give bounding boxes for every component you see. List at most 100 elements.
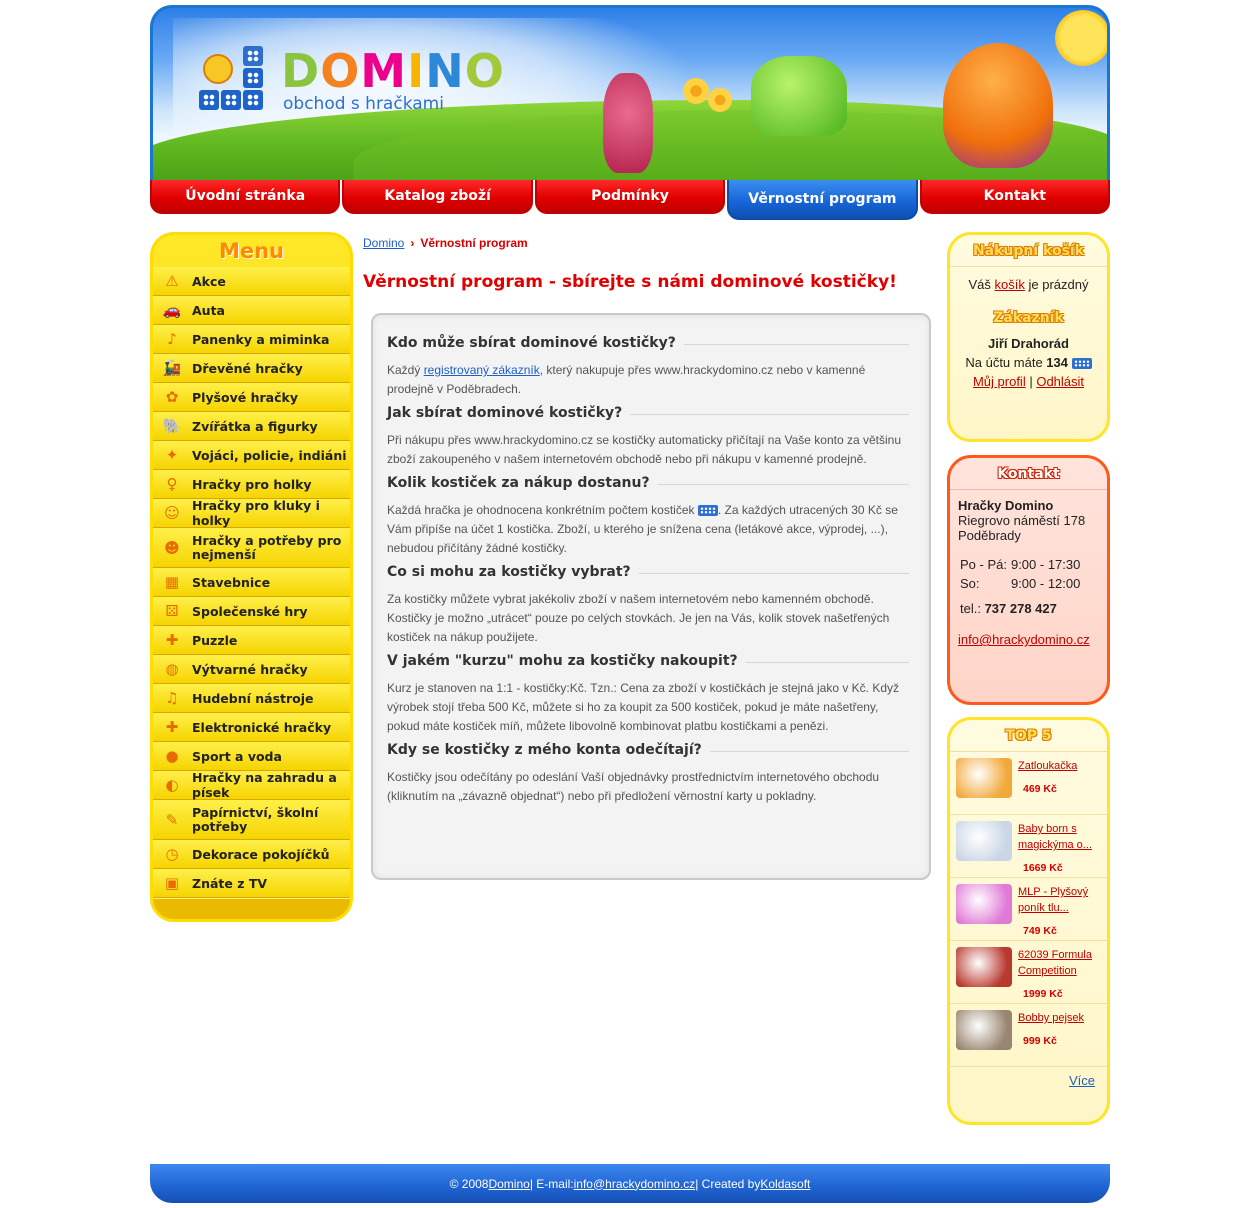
tv-icon: ▣ xyxy=(164,874,180,892)
product-thumbnail[interactable] xyxy=(956,821,1012,861)
menu-item-label: Sport a voda xyxy=(192,748,282,764)
nav-catalog[interactable]: Katalog zboží xyxy=(342,180,533,214)
top-product: 62039 Formula Competition 1999 Kč xyxy=(950,941,1107,1004)
menu-item-label: Hračky pro holky xyxy=(192,476,312,492)
menu-item[interactable]: ◍ Výtvarné hračky xyxy=(153,655,350,684)
menu-item[interactable]: ✚ Puzzle xyxy=(153,626,350,655)
clock-icon: ◷ xyxy=(165,845,179,863)
menu-item-label: Výtvarné hračky xyxy=(192,661,308,677)
product-link[interactable]: Bobby pejsek xyxy=(1018,1010,1084,1026)
menu-item[interactable]: ♫ Hudební nástroje xyxy=(153,684,350,713)
hours-day: Po - Pá: xyxy=(960,557,1007,572)
top5-list: Zatloukačka 469 Kč Baby born s magickýma o… xyxy=(950,752,1107,1067)
section-heading: V jakém "kurzu" mohu za kostičky nakoupi… xyxy=(387,653,909,669)
menu-item[interactable]: ♪ Panenky a miminka xyxy=(153,325,350,354)
opening-hours: Po - Pá: 9:00 - 17:30 So: 9:00 - 12:00 xyxy=(960,555,1084,593)
top-product: Bobby pejsek 999 Kč xyxy=(950,1004,1107,1067)
menu-item[interactable]: ⚄ Společenské hry xyxy=(153,597,350,626)
music-icon: ♫ xyxy=(165,689,179,707)
section-text: Kurz je stanoven na 1:1 - kostičky:Kč. T… xyxy=(387,681,900,733)
nav-loyalty-program[interactable]: Věrnostní program xyxy=(727,180,918,220)
footer-email-link[interactable]: info@hrackydomino.cz xyxy=(574,1177,696,1191)
section-text: Každá hračka je ohodnocena konkrétním po… xyxy=(387,503,898,555)
menu-item-label: Papírnictví, školní potřeby xyxy=(192,804,319,834)
menu-item[interactable]: 🚂 Dřevěné hračky xyxy=(153,354,350,383)
faq-section: V jakém "kurzu" mohu za kostičky nakoupi… xyxy=(387,653,909,736)
menu-item[interactable]: ◷ Dekorace pokojíčků xyxy=(153,840,350,869)
palette-icon: ◍ xyxy=(165,660,179,678)
menu-item[interactable]: ☺ Hračky pro kluky i holky xyxy=(153,498,350,528)
shop-city: Poděbrady xyxy=(958,528,1021,543)
menu-item[interactable]: ✚ Elektronické hračky xyxy=(153,713,350,742)
menu-item[interactable]: ☻ Hračky a potřeby pro nejmenší xyxy=(153,528,350,568)
menu-item[interactable]: ⚠ Akce xyxy=(153,267,350,296)
menu-item[interactable]: 🚗 Auta xyxy=(153,296,350,325)
faq-section: Kdy se kostičky z mého konta odečítají? … xyxy=(387,742,909,806)
footer-author-link[interactable]: Koldasoft xyxy=(760,1177,810,1191)
menu-item-label: Vojáci, policie, indiáni xyxy=(192,447,347,463)
footer-site-link[interactable]: Domino xyxy=(488,1177,529,1191)
product-link[interactable]: Zatloukačka xyxy=(1018,758,1077,774)
menu-item[interactable]: ✦ Vojáci, policie, indiáni xyxy=(153,441,350,470)
breadcrumb-current: Věrnostní program xyxy=(420,236,528,250)
logout-link[interactable]: Odhlásit xyxy=(1036,374,1084,389)
menu-item-label: Znáte z TV xyxy=(192,875,268,891)
product-thumbnail[interactable] xyxy=(956,1010,1012,1050)
menu-item-label: Zvířátka a figurky xyxy=(192,418,318,434)
cart-link[interactable]: košík xyxy=(995,277,1025,292)
puzzle-icon: ✚ xyxy=(165,631,179,649)
product-price: 1999 Kč xyxy=(1023,988,1063,1000)
registered-customer-link[interactable]: registrovaný zákazník xyxy=(424,363,540,377)
product-info: 62039 Formula Competition 1999 Kč xyxy=(1018,947,1103,1002)
product-thumbnail[interactable] xyxy=(956,947,1012,987)
section-heading: Co si mohu za kostičky vybrat? xyxy=(387,564,909,580)
menu-item-label: Společenské hry xyxy=(192,603,308,619)
cart-status: Váš košík je prázdný xyxy=(968,277,1089,292)
top5-title: TOP 5 xyxy=(950,720,1107,752)
breadcrumb-chevron-icon: › xyxy=(410,236,415,250)
menu-item[interactable]: ▣ Znáte z TV xyxy=(153,869,350,898)
bucket-icon: ◐ xyxy=(165,776,179,794)
product-link[interactable]: MLP - Plyšový poník tlu... xyxy=(1018,884,1103,916)
menu-item[interactable]: ◐ Hračky na zahradu a písek xyxy=(153,770,350,800)
main-navigation: Úvodní stránka Katalog zboží Podmínky Vě… xyxy=(150,180,1111,220)
baby-icon: ☻ xyxy=(164,538,180,557)
car-icon: 🚗 xyxy=(162,301,182,319)
dice-icon: ⚄ xyxy=(165,602,179,620)
wooden-train-icon: 🚂 xyxy=(162,359,182,377)
seahorse-toy-image xyxy=(603,73,653,173)
menu-item[interactable]: 🐘 Zvířátka a figurky xyxy=(153,412,350,441)
nav-home[interactable]: Úvodní stránka xyxy=(150,180,341,214)
top-product: MLP - Plyšový poník tlu... 749 Kč xyxy=(950,878,1107,941)
menu-item-label: Elektronické hračky xyxy=(192,719,332,735)
menu-item[interactable]: ✎ Papírnictví, školní potřeby xyxy=(153,800,350,840)
section-text: Kostičky jsou odečítány po odeslání Vaší… xyxy=(387,770,880,803)
section-heading: Kdy se kostičky z mého konta odečítají? xyxy=(387,742,909,758)
contact-title: Kontakt xyxy=(950,458,1107,490)
menu-item[interactable]: ♀ Hračky pro holky xyxy=(153,470,350,499)
shop-phone: tel.: 737 278 427 xyxy=(960,601,1057,616)
faq-section: Co si mohu za kostičky vybrat? Za kostič… xyxy=(387,564,909,647)
logo-title[interactable]: DOMINO xyxy=(281,46,505,96)
breadcrumb-home-link[interactable]: Domino xyxy=(363,236,404,250)
menu-item[interactable]: ▦ Stavebnice xyxy=(153,568,350,597)
gun-icon: ✦ xyxy=(165,446,179,464)
sun-image xyxy=(1055,10,1107,66)
menu-item[interactable]: ● Sport a voda xyxy=(153,742,350,771)
contact-email-link[interactable]: info@hrackydomino.cz xyxy=(958,632,1090,647)
menu-item-label: Hračky na zahradu a písek xyxy=(192,770,337,800)
product-thumbnail[interactable] xyxy=(956,758,1012,798)
product-link[interactable]: Baby born s magickýma o... xyxy=(1018,821,1103,853)
nav-terms[interactable]: Podmínky xyxy=(534,180,726,214)
menu-item[interactable]: ✿ Plyšové hračky xyxy=(153,383,350,412)
contact-box: Kontakt Hračky Domino Riegrovo náměstí 1… xyxy=(947,455,1110,705)
shop-street: Riegrovo náměstí 178 xyxy=(958,513,1086,528)
flower-image xyxy=(683,78,709,104)
more-products-link[interactable]: Více xyxy=(1069,1073,1095,1088)
my-profile-link[interactable]: Můj profil xyxy=(973,374,1026,389)
menu-item-label: Hračky a potřeby pro nejmenší xyxy=(192,532,342,562)
product-link[interactable]: 62039 Formula Competition xyxy=(1018,947,1103,979)
nav-contact[interactable]: Kontakt xyxy=(919,180,1111,214)
product-thumbnail[interactable] xyxy=(956,884,1012,924)
section-text: Za kostičky můžete vybrat jakékoliv zbož… xyxy=(387,592,890,644)
